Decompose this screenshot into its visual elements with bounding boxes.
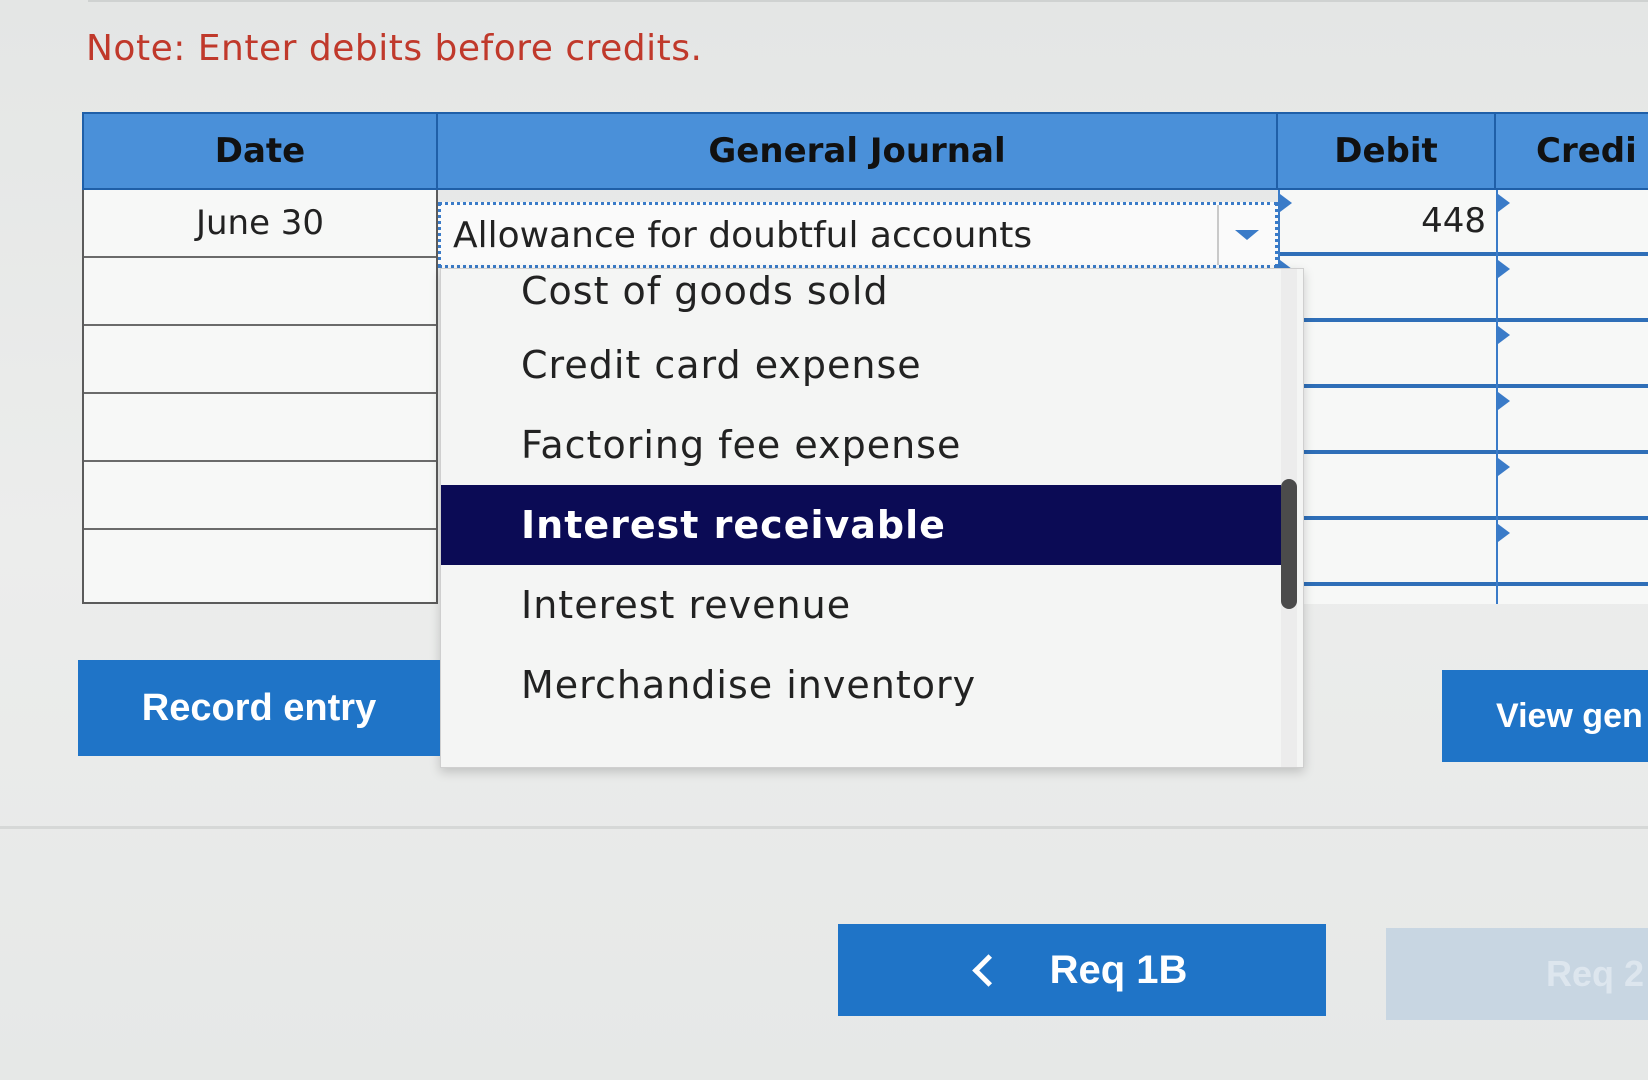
account-dropdown-list[interactable]: Cost of goods sold Credit card expense F…	[440, 268, 1304, 768]
debit-column-header: Debit	[1276, 112, 1496, 190]
credit-column	[1496, 190, 1648, 604]
credit-cell[interactable]	[1498, 256, 1648, 322]
req-prev-button[interactable]: Req 1B	[838, 924, 1326, 1016]
general-journal-column-header: General Journal	[436, 112, 1278, 190]
credit-cell[interactable]	[1498, 322, 1648, 388]
account-select-value: Allowance for doubtful accounts	[453, 214, 1033, 256]
debit-cell[interactable]	[1280, 256, 1496, 322]
debit-cell[interactable]: 448	[1280, 190, 1496, 256]
date-cell[interactable]	[84, 326, 436, 394]
dropdown-option[interactable]: Factoring fee expense	[441, 405, 1281, 485]
dropdown-option[interactable]: Merchandise inventory	[441, 645, 1281, 725]
dropdown-option[interactable]: Interest revenue	[441, 565, 1281, 645]
chevron-left-icon	[971, 953, 1005, 987]
date-cell[interactable]: June 30	[84, 190, 436, 258]
date-cell[interactable]	[84, 258, 436, 326]
credit-cell[interactable]	[1498, 190, 1648, 256]
debit-cell[interactable]	[1280, 322, 1496, 388]
req-prev-label: Req 1B	[1049, 947, 1188, 992]
instruction-note: Note: Enter debits before credits.	[86, 28, 703, 69]
chevron-down-icon[interactable]	[1217, 205, 1275, 265]
section-divider	[0, 826, 1648, 829]
date-cell[interactable]	[84, 462, 436, 530]
credit-cell[interactable]	[1498, 454, 1648, 520]
credit-cell[interactable]	[1498, 388, 1648, 454]
journal-entry-page: Note: Enter debits before credits. Date …	[0, 0, 1648, 1080]
req-next-button[interactable]: Req 2	[1386, 928, 1648, 1020]
dropdown-option[interactable]: Credit card expense	[441, 325, 1281, 405]
date-cell[interactable]	[84, 394, 436, 462]
date-column-header: Date	[82, 112, 438, 190]
top-divider	[88, 0, 1648, 2]
date-column: June 30	[82, 190, 438, 604]
debit-cell[interactable]	[1280, 454, 1496, 520]
view-general-journal-button[interactable]: View gen	[1442, 670, 1648, 762]
debit-column: 448	[1278, 190, 1496, 604]
dropdown-option-highlighted[interactable]: Interest receivable	[441, 485, 1281, 565]
record-entry-button[interactable]: Record entry	[78, 660, 440, 756]
credit-column-header: Credi	[1494, 112, 1648, 190]
date-cell[interactable]	[84, 530, 436, 598]
debit-cell[interactable]	[1280, 520, 1496, 586]
debit-cell[interactable]	[1280, 388, 1496, 454]
debit-amount: 448	[1421, 201, 1486, 241]
account-select[interactable]: Allowance for doubtful accounts	[438, 202, 1278, 268]
credit-cell[interactable]	[1498, 520, 1648, 586]
dropdown-option[interactable]: Cost of goods sold	[441, 269, 1281, 331]
dropdown-scroll-thumb[interactable]	[1281, 479, 1297, 609]
